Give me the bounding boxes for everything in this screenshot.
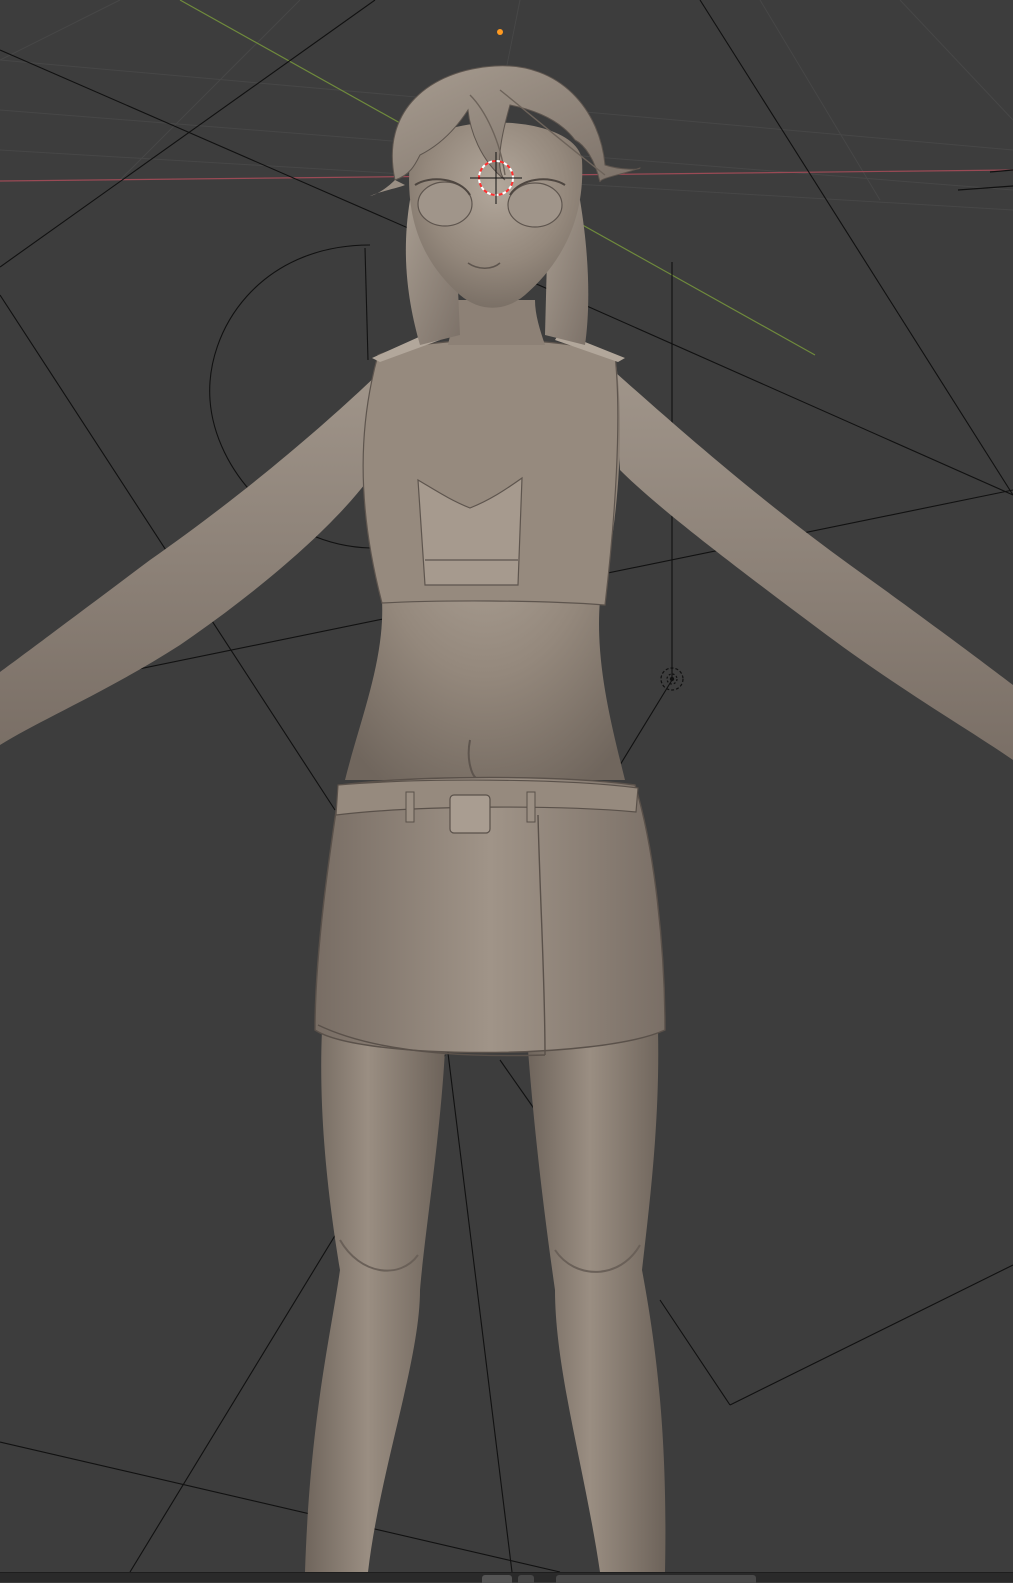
right-arm (615, 372, 1013, 760)
belt-buckle (449, 794, 491, 834)
bottom-status-strip (0, 1572, 1013, 1583)
left-leg (305, 1030, 445, 1572)
3d-viewport[interactable] (0, 0, 1013, 1572)
object-origin-icon (497, 29, 503, 35)
right-eye (507, 182, 563, 228)
left-arm (0, 372, 380, 745)
right-leg (528, 1030, 666, 1572)
viewport-scene[interactable] (0, 0, 1013, 1572)
